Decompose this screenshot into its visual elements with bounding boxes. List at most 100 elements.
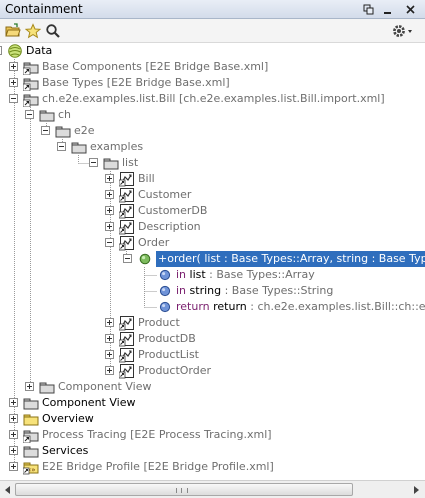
expand-icon[interactable]: [9, 462, 18, 471]
package-link-icon: [22, 427, 39, 444]
collapse-icon[interactable]: [105, 238, 114, 247]
tree-item-customerdb[interactable]: CustomerDB: [0, 203, 425, 219]
collapse-icon[interactable]: [41, 126, 50, 135]
class-icon: [118, 331, 135, 347]
collapse-icon[interactable]: [89, 158, 98, 167]
search-icon[interactable]: [44, 22, 62, 40]
expand-icon[interactable]: [105, 366, 114, 375]
tree-item-e2e-bridge-profile[interactable]: «» E2E Bridge Profile [E2E Bridge Profile…: [0, 459, 425, 475]
tree-item-label: Base Components [E2E Bridge Base.xml]: [42, 60, 269, 73]
tree-item-label: in string : Base Types::String: [176, 284, 333, 298]
tree-item-bill-import[interactable]: ch.e2e.examples.list.Bill [ch.e2e.exampl…: [0, 91, 425, 108]
class-icon: [118, 315, 135, 331]
pin-icon[interactable]: [361, 2, 376, 17]
scroll-left-arrow-icon[interactable]: [2, 484, 14, 496]
expand-icon[interactable]: [25, 382, 34, 391]
tree-item-process-tracing[interactable]: Process Tracing [E2E Process Tracing.xml…: [0, 427, 425, 444]
star-icon[interactable]: [24, 22, 42, 40]
expand-icon[interactable]: [9, 414, 18, 423]
tree-item-component-view[interactable]: Component View: [0, 395, 425, 411]
tree-item-productdb[interactable]: ProductDB: [0, 331, 425, 347]
scroll-right-arrow-icon[interactable]: [410, 484, 422, 496]
tree-item-productlist[interactable]: ProductList: [0, 347, 425, 363]
tree-item-base-components[interactable]: Base Components [E2E Bridge Base.xml]: [0, 59, 425, 76]
tree-item-ch[interactable]: ch: [0, 107, 425, 123]
horizontal-scrollbar[interactable]: [0, 480, 425, 498]
param-name: string: [186, 284, 222, 297]
class-icon: [118, 363, 135, 379]
tree-item-label: ProductOrder: [138, 364, 212, 377]
tree-item-label: e2e: [74, 124, 95, 137]
tree-item-label: Description: [138, 220, 201, 233]
operation-icon: [137, 251, 153, 267]
package-icon: [39, 379, 55, 395]
collapse-icon[interactable]: [9, 94, 18, 103]
param-name: list: [186, 268, 206, 281]
tree-item-e2e[interactable]: e2e: [0, 123, 425, 139]
expand-icon[interactable]: [9, 446, 18, 455]
tree-item-list[interactable]: list: [0, 155, 425, 171]
tree-item-bill[interactable]: Bill: [0, 171, 425, 187]
tree-item-services[interactable]: Services: [0, 443, 425, 459]
tree-item-label: Customer: [138, 188, 192, 201]
expand-icon[interactable]: [9, 398, 18, 407]
expand-icon[interactable]: [105, 222, 114, 231]
expand-icon[interactable]: [105, 334, 114, 343]
tree-item-param-return[interactable]: return return : ch.e2e.examples.list.Bil…: [0, 299, 425, 315]
collapse-icon[interactable]: [0, 46, 2, 55]
tree-item-examples[interactable]: examples: [0, 139, 425, 155]
param-type: : ch.e2e.examples.list.Bill::ch::e2e::ex…: [250, 300, 425, 313]
tree-item-param-list[interactable]: in list : Base Types::Array: [0, 267, 425, 283]
close-icon[interactable]: [403, 2, 418, 17]
tree-item-component-view-nested[interactable]: Component View: [0, 379, 425, 395]
tree-item-product[interactable]: Product: [0, 315, 425, 331]
package-icon: [55, 123, 71, 139]
collapse-icon[interactable]: [25, 110, 34, 119]
profile-icon: «»: [22, 459, 39, 475]
folder-yellow-icon: [23, 411, 39, 427]
collapse-icon[interactable]: [57, 142, 66, 151]
tree-item-label: +order( list : Base Types::Array, string…: [156, 251, 425, 267]
tree-item-label: ProductList: [138, 348, 199, 361]
expand-icon[interactable]: [105, 190, 114, 199]
tree-item-description[interactable]: Description: [0, 219, 425, 235]
param-direction-keyword: in: [176, 268, 187, 281]
class-icon: [118, 171, 135, 187]
tree-item-overview[interactable]: Overview: [0, 411, 425, 427]
tree-item-label: Component View: [42, 396, 136, 409]
expand-icon[interactable]: [9, 430, 18, 439]
expand-icon[interactable]: [105, 318, 114, 327]
settings-gear-icon[interactable]: [390, 22, 414, 40]
containment-tree[interactable]: Data Base Components [E2E Bridge Base.xml…: [0, 43, 425, 480]
scrollbar-thumb[interactable]: [15, 483, 353, 496]
minimize-icon[interactable]: [380, 2, 395, 17]
expand-icon[interactable]: [105, 174, 114, 183]
tree-item-data[interactable]: Data: [0, 43, 425, 59]
class-icon: [118, 235, 135, 251]
panel-titlebar: Containment: [0, 0, 425, 19]
tree-item-label: ProductDB: [138, 332, 196, 345]
tree-item-order[interactable]: Order: [0, 235, 425, 251]
tree-item-label: ch: [58, 108, 72, 121]
param-icon: [157, 267, 173, 283]
expand-icon[interactable]: [9, 78, 18, 87]
tree-item-productorder[interactable]: ProductOrder: [0, 363, 425, 379]
expand-icon[interactable]: [9, 62, 18, 71]
tree-item-customer[interactable]: Customer: [0, 187, 425, 203]
scrollbar-grip: [176, 488, 188, 493]
tree-item-order-operation[interactable]: +order( list : Base Types::Array, string…: [0, 251, 425, 267]
tree-item-label: Product: [138, 316, 180, 329]
expand-icon[interactable]: [105, 206, 114, 215]
data-icon-icon: [7, 43, 23, 59]
tree-item-param-string[interactable]: in string : Base Types::String: [0, 283, 425, 299]
tree-item-label: list: [122, 156, 139, 169]
class-icon: [118, 203, 135, 219]
open-folder-icon[interactable]: [4, 22, 22, 40]
param-type: : Base Types::String: [221, 284, 334, 297]
param-type: : Base Types::Array: [205, 268, 315, 281]
collapse-icon[interactable]: [123, 254, 132, 263]
param-direction-keyword: return: [176, 300, 210, 313]
tree-item-label: Services: [42, 444, 89, 457]
tree-item-base-types[interactable]: Base Types [E2E Bridge Base.xml]: [0, 75, 425, 92]
expand-icon[interactable]: [105, 350, 114, 359]
